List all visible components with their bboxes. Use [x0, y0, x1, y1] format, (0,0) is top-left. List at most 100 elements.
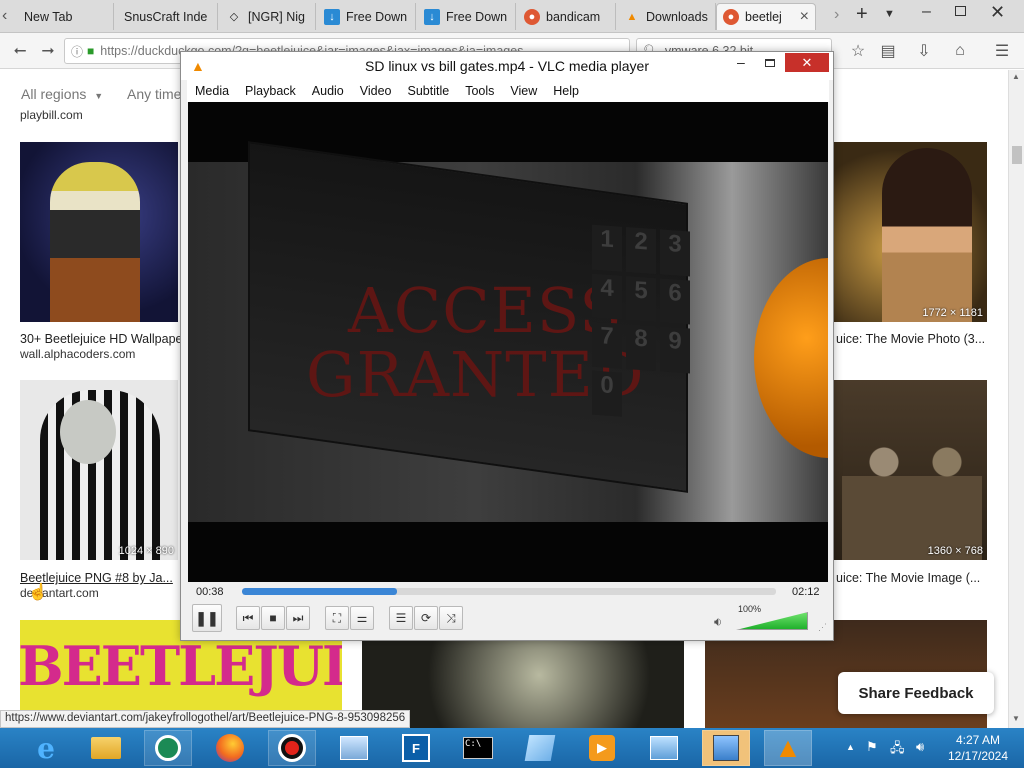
vlc-title-bar[interactable]: ▲ SD linux vs bill gates.mp4 - VLC media… — [181, 52, 833, 80]
firefox-icon[interactable] — [206, 730, 254, 766]
notepad-icon[interactable] — [516, 730, 564, 766]
network-icon[interactable]: 🖧︎ — [890, 739, 905, 761]
result-image[interactable]: 1360 × 768 — [832, 380, 987, 560]
minimize-icon[interactable]: – — [922, 3, 931, 21]
menu-audio[interactable]: Audio — [304, 84, 352, 98]
close-window-icon[interactable]: ✕ — [990, 2, 1005, 23]
seek-bar[interactable] — [242, 588, 776, 595]
menu-playback[interactable]: Playback — [237, 84, 304, 98]
tab-ngr[interactable]: ◇ [NGR] Nig — [220, 3, 316, 30]
flag-icon[interactable]: ⚑ — [866, 739, 878, 755]
minimize-icon[interactable]: – — [737, 54, 745, 70]
app-green-icon[interactable] — [144, 730, 192, 766]
new-tab-plus-icon[interactable]: + — [856, 3, 868, 26]
tab-free-download-2[interactable]: ↓ Free Down — [418, 3, 516, 30]
video-frame[interactable]: ACCESS GRANTED 1 2 3 4 5 6 7 8 9 0 — [188, 102, 828, 582]
tab-new-tab[interactable]: New Tab — [18, 3, 114, 30]
media-player-icon[interactable]: ▶ — [578, 730, 626, 766]
region-filter[interactable]: All regions ▼ — [21, 86, 103, 102]
reading-list-icon[interactable]: ▤ — [876, 39, 900, 63]
key: 8 — [626, 324, 656, 371]
key: 5 — [626, 275, 656, 323]
scroll-up-icon[interactable]: ▲ — [1012, 72, 1020, 81]
vlc-cone-icon: ▲ — [626, 10, 638, 23]
tab-free-download-1[interactable]: ↓ Free Down — [318, 3, 416, 30]
fullscreen-button[interactable]: ⛶ — [325, 606, 349, 630]
previous-button[interactable]: ⏮ — [236, 606, 260, 630]
menu-help[interactable]: Help — [545, 84, 587, 98]
menu-view[interactable]: View — [502, 84, 545, 98]
file-explorer-icon[interactable] — [82, 730, 130, 766]
network-computer-icon[interactable] — [640, 730, 688, 766]
clock-time[interactable]: 4:27 AM — [946, 733, 1010, 747]
tab-label: [NGR] Nig — [248, 9, 305, 24]
home-icon[interactable]: ⌂ — [948, 39, 972, 63]
tab-list-chevron-icon[interactable]: ▼ — [884, 8, 895, 20]
key: 1 — [592, 224, 622, 272]
result-source[interactable]: wall.alphacoders.com — [20, 347, 135, 361]
menu-video[interactable]: Video — [352, 84, 400, 98]
maximize-icon[interactable] — [765, 59, 775, 67]
menu-icon[interactable]: ☰ — [990, 39, 1014, 63]
share-feedback-button[interactable]: Share Feedback — [838, 672, 994, 714]
result-source[interactable]: playbill.com — [20, 108, 83, 122]
tray-chevron-icon[interactable]: ▲ — [846, 742, 855, 752]
bandicam-record-icon[interactable] — [268, 730, 316, 766]
internet-explorer-icon[interactable]: e — [22, 730, 70, 766]
tab-snuscraft[interactable]: SnusCraft Inde — [118, 3, 218, 30]
loop-button[interactable]: ⟳ — [414, 606, 438, 630]
volume-icon[interactable]: 🔊︎ — [916, 739, 924, 755]
chevron-down-icon: ▼ — [94, 91, 104, 101]
bookmark-star-icon[interactable]: ☆ — [846, 39, 870, 63]
volume-slider[interactable] — [736, 612, 808, 630]
forward-icon[interactable]: ⭢ — [36, 39, 60, 63]
tab-label: SnusCraft Inde — [124, 9, 208, 24]
result-title[interactable]: 30+ Beetlejuice HD Wallpapers — [20, 332, 180, 346]
playlist-button[interactable]: ☰ — [389, 606, 413, 630]
page-scrollbar[interactable]: ▲ ▼ — [1008, 70, 1024, 728]
tab-label: beetlej — [745, 10, 782, 24]
vlc-menu-bar: Media Playback Audio Video Subtitle Tool… — [187, 80, 829, 102]
speaker-icon[interactable]: 🔉︎ — [714, 614, 722, 630]
tab-bandicam[interactable]: ● bandicam — [518, 3, 616, 30]
control-panel-icon[interactable] — [330, 730, 378, 766]
tab-scroll-right-icon[interactable]: › — [834, 6, 839, 24]
device-manager-icon[interactable] — [702, 730, 750, 766]
shuffle-button[interactable]: ⤨ — [439, 606, 463, 630]
menu-subtitle[interactable]: Subtitle — [400, 84, 458, 98]
result-image[interactable]: 1024 × 890 — [20, 380, 178, 560]
image-dimensions: 1024 × 890 — [118, 545, 174, 557]
result-title[interactable]: uice: The Movie Image (... — [836, 571, 988, 585]
tab-scroll-left-icon[interactable]: ‹ — [2, 7, 16, 25]
command-prompt-icon[interactable]: C:\ — [454, 730, 502, 766]
tab-strip: ‹ New Tab SnusCraft Inde ◇ [NGR] Nig ↓ Fre… — [0, 0, 1024, 33]
downloads-icon[interactable]: ⇩ — [912, 39, 936, 63]
next-button[interactable]: ⏭ — [286, 606, 310, 630]
key: 0 — [592, 370, 622, 417]
resize-grip-icon[interactable]: ⋰ — [818, 622, 827, 633]
restore-icon[interactable] — [955, 6, 966, 16]
vlc-cone-icon[interactable]: ▲ — [764, 730, 812, 766]
close-icon[interactable]: ✕ — [785, 53, 829, 72]
result-title[interactable]: uice: The Movie Photo (3... — [836, 332, 988, 346]
result-image[interactable] — [362, 640, 684, 728]
region-filter-label: All regions — [21, 86, 87, 102]
tab-beetlejuice[interactable]: ● beetlej × — [716, 3, 816, 30]
result-image[interactable] — [20, 142, 178, 322]
key: 7 — [592, 321, 622, 369]
scroll-thumb[interactable] — [1012, 146, 1022, 164]
pause-button[interactable]: ❚❚ — [192, 604, 222, 632]
result-image[interactable]: 1772 × 1181 — [832, 142, 987, 322]
clock-date[interactable]: 12/17/2024 — [942, 749, 1014, 763]
stop-button[interactable]: ■ — [261, 606, 285, 630]
taskbar: e F C:\ ▶ ▲ ▲ ⚑ 🖧︎ 🔊︎ 4:27 AM 12/17/2024 — [0, 728, 1024, 768]
close-tab-icon[interactable]: × — [800, 8, 809, 26]
menu-tools[interactable]: Tools — [457, 84, 502, 98]
extended-settings-button[interactable]: ⚌ — [350, 606, 374, 630]
back-icon[interactable]: ⭠ — [8, 39, 32, 63]
file-manager-icon[interactable]: F — [392, 730, 440, 766]
tab-downloads[interactable]: ▲ Downloads — [618, 3, 716, 30]
menu-media[interactable]: Media — [187, 84, 237, 98]
time-filter[interactable]: Any time — [127, 86, 181, 102]
scroll-down-icon[interactable]: ▼ — [1012, 714, 1020, 723]
